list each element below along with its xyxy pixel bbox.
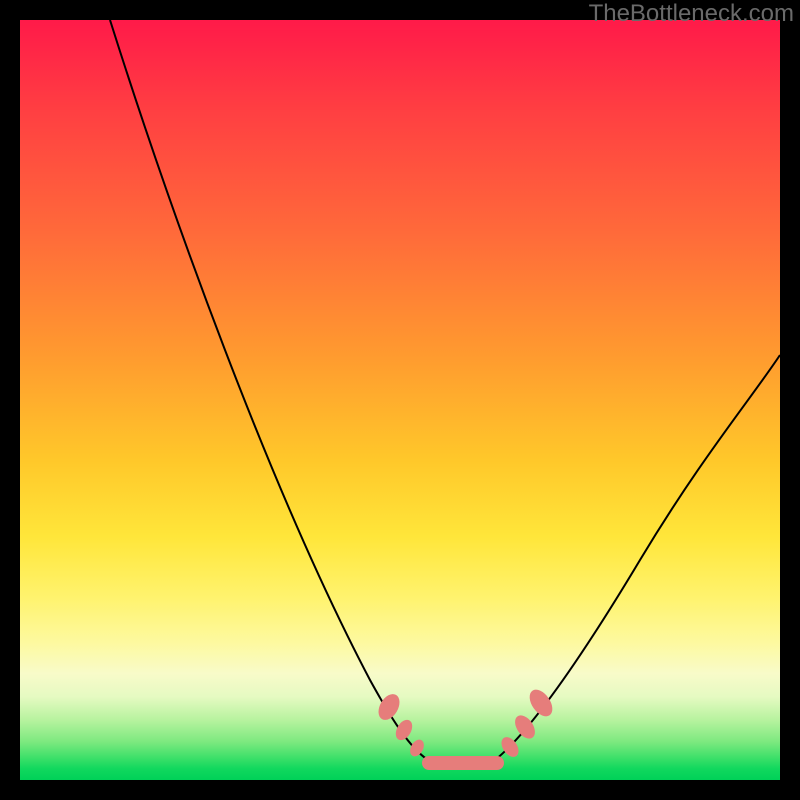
- marker-left-2: [392, 717, 415, 743]
- marker-left-3: [407, 737, 426, 759]
- chart-svg: [20, 20, 780, 780]
- watermark-text: TheBottleneck.com: [589, 0, 794, 28]
- marker-right-3: [525, 686, 557, 721]
- plot-frame: [20, 20, 780, 780]
- trough-marker-bar: [422, 756, 504, 770]
- curve-left-branch: [110, 20, 428, 760]
